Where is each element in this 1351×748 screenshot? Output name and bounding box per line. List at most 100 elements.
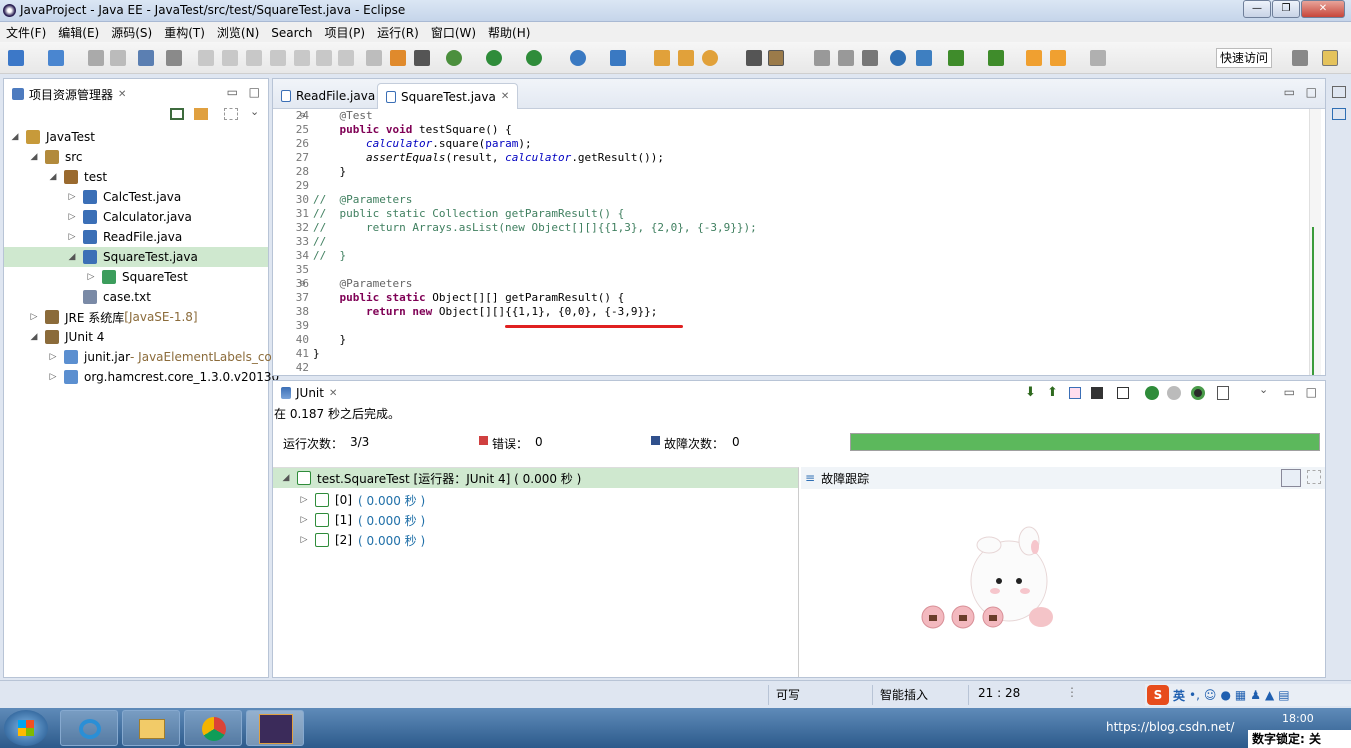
test-history-icon[interactable] bbox=[1217, 386, 1229, 400]
expand-arrow-icon[interactable]: ▷ bbox=[299, 495, 309, 505]
expand-arrow-icon[interactable]: ▷ bbox=[67, 192, 77, 202]
close-tab-icon[interactable]: ✕ bbox=[118, 89, 126, 100]
next-failure-icon[interactable]: ⬇ bbox=[1025, 385, 1036, 400]
pilcrow-icon[interactable] bbox=[862, 50, 878, 66]
tree-item[interactable]: ◢ src bbox=[29, 147, 83, 167]
open-task-icon[interactable] bbox=[678, 50, 694, 66]
code-line[interactable]: 40 } bbox=[273, 333, 1303, 347]
test-case-row[interactable]: ▷ [2] ( 0.000 秒 ) bbox=[299, 530, 425, 550]
failures-only-icon[interactable] bbox=[1069, 387, 1081, 399]
minimize-view-icon[interactable]: ▭ bbox=[1284, 385, 1295, 399]
tree-item[interactable]: ◢ SquareTest.java bbox=[4, 247, 268, 267]
expand-arrow-icon[interactable]: ▷ bbox=[29, 312, 39, 322]
restore-icon[interactable] bbox=[1332, 86, 1346, 98]
expand-arrow-icon[interactable]: ◢ bbox=[281, 473, 291, 483]
toggle-breadcrumb-icon[interactable] bbox=[414, 50, 430, 66]
test-case-row[interactable]: ▷ [0] ( 0.000 秒 ) bbox=[299, 490, 425, 510]
view-menu-icon[interactable]: ⌄ bbox=[250, 105, 259, 118]
code-line[interactable]: 33 // bbox=[273, 235, 1303, 249]
expand-arrow-icon[interactable]: ▷ bbox=[48, 352, 58, 362]
forward-icon[interactable] bbox=[1090, 50, 1106, 66]
skip-breakpoints-icon[interactable] bbox=[166, 50, 182, 66]
code-line[interactable]: 38 return new Object[][]{{1,1}, {0,0}, {… bbox=[273, 305, 1303, 319]
java-ee-perspective-icon[interactable] bbox=[1322, 50, 1338, 66]
tree-item[interactable]: ▷ JRE 系统库 [JavaSE-1.8] bbox=[29, 307, 198, 327]
expand-arrow-icon[interactable]: ▷ bbox=[299, 535, 309, 545]
menu-file[interactable]: 文件(F) bbox=[0, 22, 52, 43]
code-line[interactable]: 39 bbox=[273, 319, 1303, 333]
scroll-lock-icon[interactable] bbox=[1091, 387, 1103, 399]
ime-punctuation-icon[interactable]: •, bbox=[1189, 688, 1200, 702]
step-into-icon[interactable] bbox=[294, 50, 310, 66]
new-icon[interactable] bbox=[8, 50, 24, 66]
tree-item[interactable]: ▷ ReadFile.java bbox=[67, 227, 182, 247]
minimize-button[interactable]: — bbox=[1243, 0, 1271, 18]
debug-icon[interactable] bbox=[446, 50, 462, 66]
block-selection-icon[interactable] bbox=[838, 50, 854, 66]
tree-item[interactable]: ▷ CalcTest.java bbox=[67, 187, 181, 207]
collapse-all-icon[interactable] bbox=[170, 108, 184, 120]
ime-emoji-icon[interactable]: ☺ bbox=[1204, 688, 1217, 702]
taskbar-internet-explorer[interactable] bbox=[60, 710, 118, 746]
external-tools-icon[interactable] bbox=[570, 50, 586, 66]
code-line[interactable]: 27 assertEquals(result, calculator.getRe… bbox=[273, 151, 1303, 165]
code-line[interactable]: 30 // @Parameters bbox=[273, 193, 1303, 207]
open-perspective-icon[interactable] bbox=[1292, 50, 1308, 66]
sogou-ime-icon[interactable]: S bbox=[1147, 685, 1169, 705]
expand-arrow-icon[interactable]: ◢ bbox=[48, 172, 58, 182]
code-line[interactable]: 42 bbox=[273, 361, 1303, 375]
resume-icon[interactable] bbox=[198, 50, 214, 66]
save-all-icon[interactable] bbox=[110, 50, 126, 66]
view-menu-icon[interactable]: ⌄ bbox=[1259, 383, 1268, 396]
tab-squaretest[interactable]: SquareTest.java ✕ bbox=[377, 83, 519, 109]
minimize-editor-icon[interactable]: ▭ bbox=[1284, 85, 1295, 99]
code-line[interactable]: 35 bbox=[273, 263, 1303, 277]
disconnect-icon[interactable] bbox=[270, 50, 286, 66]
code-line[interactable]: 31 // public static Collection getParamRe… bbox=[273, 207, 1303, 221]
start-button[interactable] bbox=[4, 710, 48, 746]
save-icon[interactable] bbox=[88, 50, 104, 66]
menu-help[interactable]: 帮助(H) bbox=[482, 22, 536, 43]
rerun-failed-icon[interactable] bbox=[1167, 386, 1181, 400]
use-step-filters-icon[interactable] bbox=[390, 50, 406, 66]
last-edit-icon[interactable] bbox=[1026, 50, 1042, 66]
code-line[interactable]: 34 // } bbox=[273, 249, 1303, 263]
taskbar-eclipse[interactable] bbox=[246, 710, 304, 746]
menu-source[interactable]: 源码(S) bbox=[105, 22, 158, 43]
junit-tab[interactable]: JUnit ✕ bbox=[273, 381, 345, 405]
tab-readfile[interactable]: ReadFile.java bbox=[273, 83, 383, 109]
ime-toolbar[interactable]: S 英 •, ☺ ● ▦ ♟ ▲ ▤ bbox=[1145, 684, 1351, 706]
ime-skin-icon[interactable]: ▲ bbox=[1265, 688, 1274, 702]
taskbar-file-explorer[interactable] bbox=[122, 710, 180, 746]
code-line[interactable]: 28 } bbox=[273, 165, 1303, 179]
word-wrap-icon[interactable] bbox=[814, 50, 830, 66]
hierarchy-icon[interactable] bbox=[916, 50, 932, 66]
maximize-editor-icon[interactable]: □ bbox=[1306, 85, 1317, 99]
next-annotation-icon[interactable] bbox=[948, 50, 964, 66]
menu-navigate[interactable]: 浏览(N) bbox=[211, 22, 265, 43]
tree-item[interactable]: ▷ Calculator.java bbox=[67, 207, 192, 227]
code-line[interactable]: 36 ⊖ @Parameters bbox=[273, 277, 1303, 291]
search-icon[interactable] bbox=[702, 50, 718, 66]
previous-annotation-icon[interactable] bbox=[988, 50, 1004, 66]
stop-icon[interactable] bbox=[1191, 386, 1205, 400]
run-icon[interactable] bbox=[486, 50, 502, 66]
highlight-icon[interactable] bbox=[768, 50, 784, 66]
ime-keyboard-icon[interactable]: ▦ bbox=[1235, 688, 1246, 702]
editor-scrollbar[interactable] bbox=[1309, 109, 1321, 375]
taskbar-chrome[interactable] bbox=[184, 710, 242, 746]
code-line[interactable]: 24 ⊖ @Test bbox=[273, 109, 1303, 123]
code-line[interactable]: 37 public static Object[][] getParamResu… bbox=[273, 291, 1303, 305]
menu-edit[interactable]: 编辑(E) bbox=[52, 22, 105, 43]
history-icon[interactable] bbox=[1117, 387, 1129, 399]
tree-item[interactable]: case.txt bbox=[67, 287, 151, 307]
tree-item[interactable]: ▷ junit.jar - JavaElementLabels_con bbox=[48, 347, 279, 367]
expand-arrow-icon[interactable]: ◢ bbox=[10, 132, 20, 142]
tree-item[interactable]: ▷ org.hamcrest.core_1.3.0.v20130 bbox=[48, 367, 279, 387]
tree-item[interactable]: ◢ JUnit 4 bbox=[29, 327, 104, 347]
filter-trace-icon[interactable] bbox=[1307, 470, 1321, 484]
maximize-view-icon[interactable]: □ bbox=[249, 85, 260, 99]
expand-arrow-icon[interactable]: ◢ bbox=[29, 152, 39, 162]
fold-icon[interactable]: ⊖ bbox=[300, 109, 305, 123]
ime-voice-icon[interactable]: ● bbox=[1220, 688, 1230, 702]
